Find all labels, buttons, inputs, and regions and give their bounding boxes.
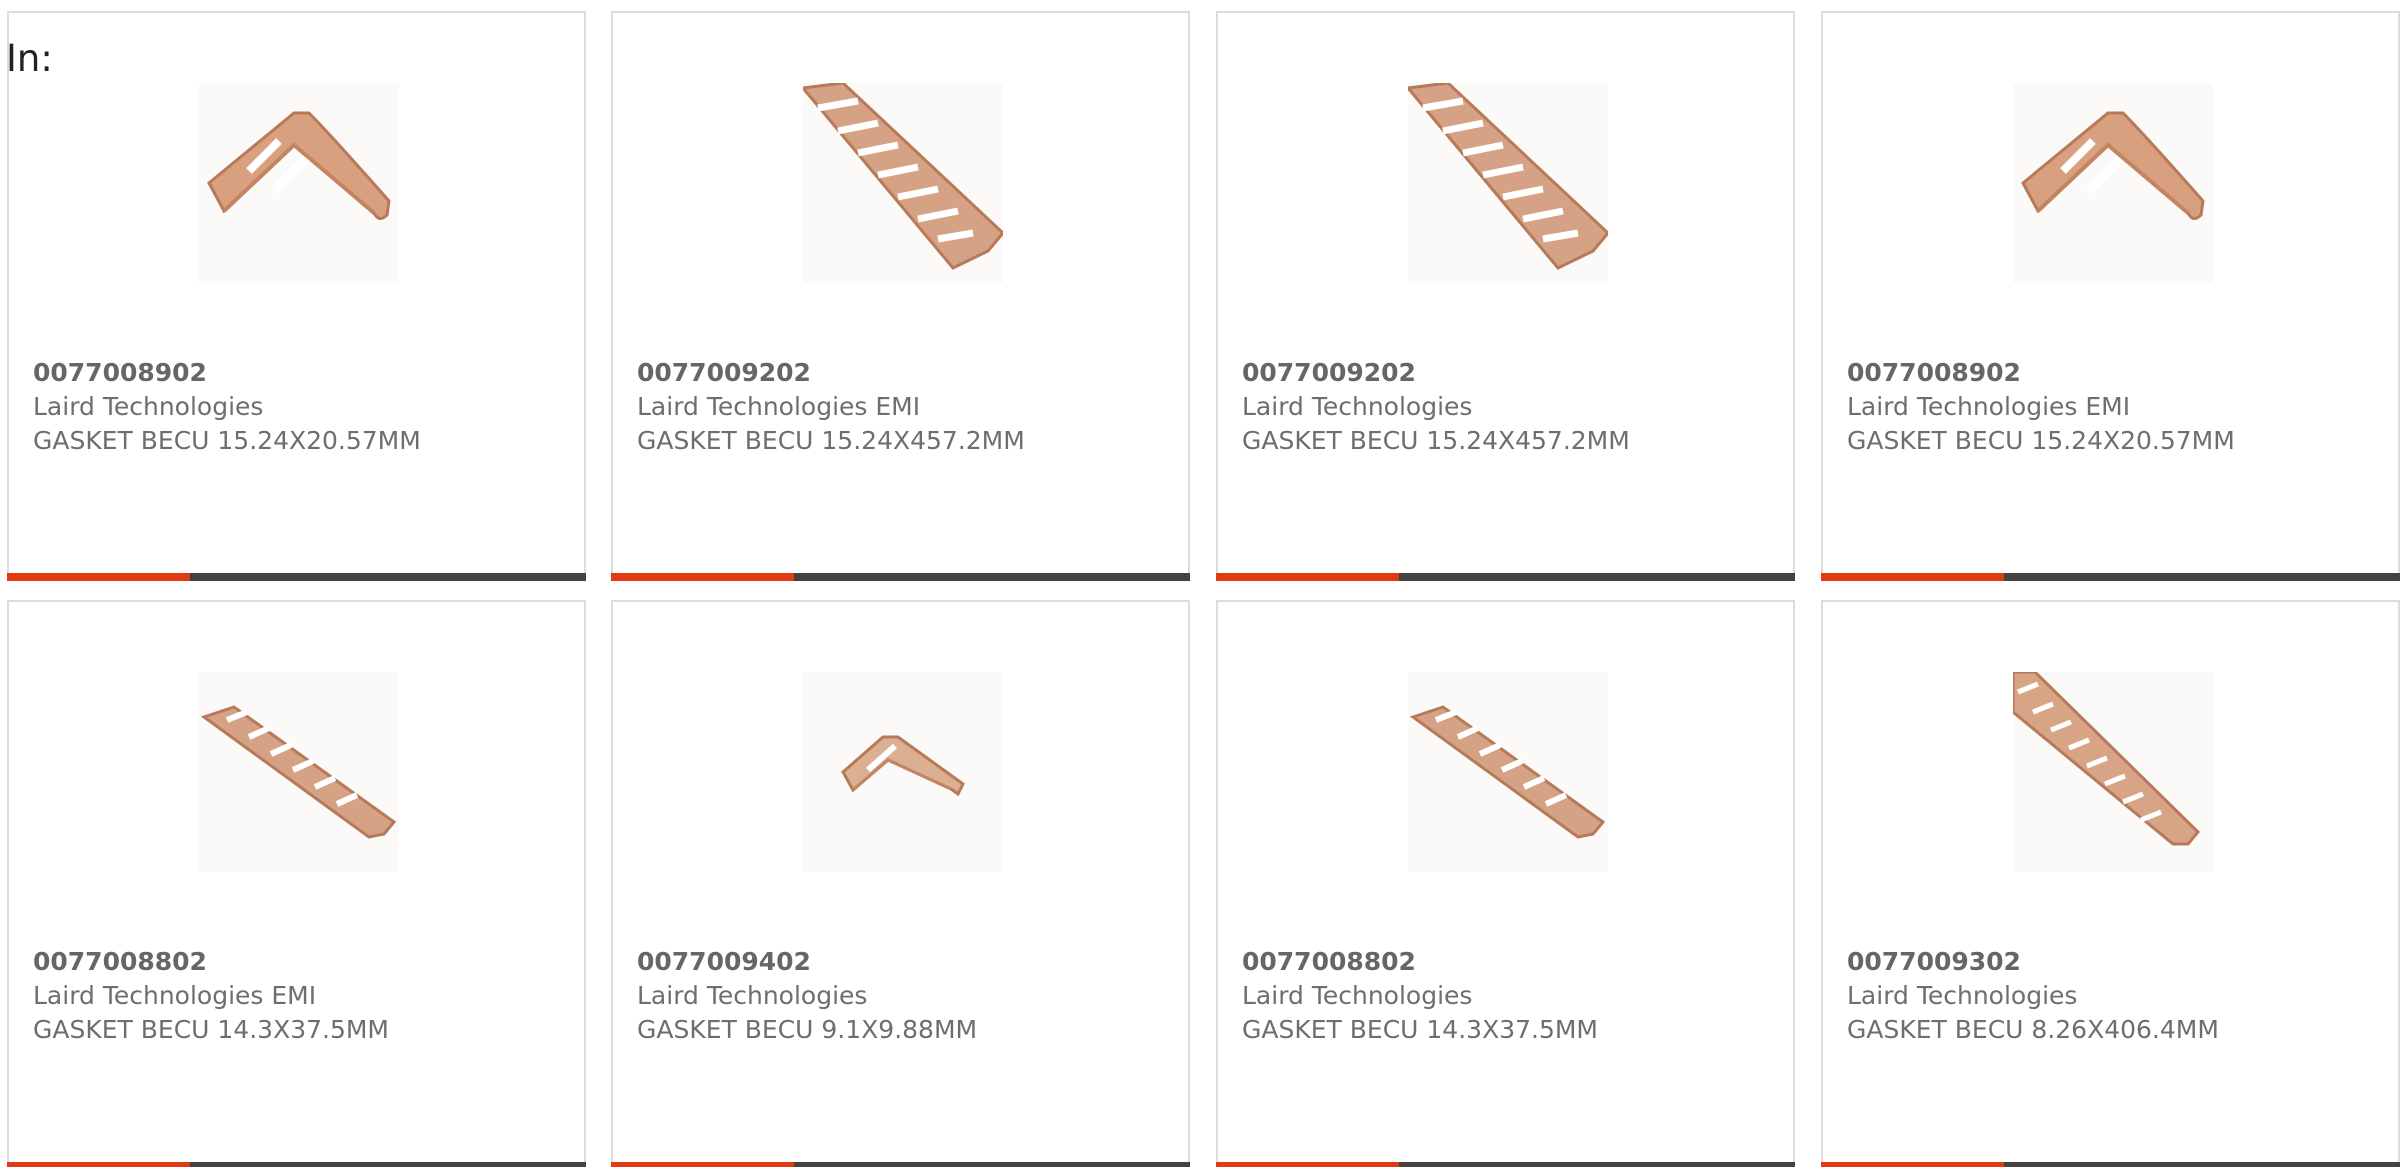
product-image[interactable] <box>1408 83 1608 283</box>
product-image[interactable] <box>199 83 399 283</box>
part-number[interactable]: 0077008802 <box>1242 945 1781 979</box>
product-info: 0077008902 Laird Technologies EMI GASKET… <box>1847 356 2386 458</box>
brand-name: Laird Technologies <box>33 392 264 421</box>
product-results-page: In: 0077008902 Laird Technologies GASKET… <box>0 0 2400 1167</box>
product-description: GASKET BECU 15.24X457.2MM <box>1242 426 1630 455</box>
product-info: 0077008802 Laird Technologies GASKET BEC… <box>1242 945 1781 1047</box>
gasket-long-strip-icon <box>803 83 1003 270</box>
brand-name: Laird Technologies EMI <box>637 392 921 421</box>
product-image[interactable] <box>2013 672 2213 872</box>
product-image[interactable] <box>803 83 1003 283</box>
product-card[interactable]: 0077008802 Laird Technologies GASKET BEC… <box>1216 600 1795 1167</box>
card-bar-accent <box>7 1162 190 1167</box>
card-bar-accent <box>1216 1162 1399 1167</box>
part-number[interactable]: 0077008802 <box>33 945 572 979</box>
brand-name: Laird Technologies <box>1242 981 1473 1010</box>
product-description: GASKET BECU 8.26X406.4MM <box>1847 1015 2219 1044</box>
product-image[interactable] <box>803 672 1003 872</box>
card-bottom-bar <box>1821 1162 2400 1167</box>
brand-name: Laird Technologies <box>1242 392 1473 421</box>
product-info: 0077009202 Laird Technologies EMI GASKET… <box>637 356 1176 458</box>
gasket-thin-strip-icon <box>1409 705 1606 839</box>
product-card[interactable]: 0077009302 Laird Technologies GASKET BEC… <box>1821 600 2400 1167</box>
part-number[interactable]: 0077008902 <box>1847 356 2386 390</box>
product-description: GASKET BECU 14.3X37.5MM <box>33 1015 389 1044</box>
brand-name: Laird Technologies EMI <box>33 981 317 1010</box>
product-card[interactable]: 0077009202 Laird Technologies GASKET BEC… <box>1216 11 1795 581</box>
product-info: 0077009402 Laird Technologies GASKET BEC… <box>637 945 1176 1047</box>
product-card[interactable]: 0077008802 Laird Technologies EMI GASKET… <box>7 600 586 1167</box>
card-bottom-bar <box>7 1162 586 1167</box>
card-bottom-bar <box>1821 573 2400 581</box>
gasket-short-wide-icon <box>2021 111 2205 220</box>
brand-name: Laird Technologies EMI <box>1847 392 2131 421</box>
card-bar-accent <box>611 1162 794 1167</box>
gasket-short-wide-icon <box>207 111 391 220</box>
gasket-long-strip-icon <box>1408 83 1608 270</box>
product-description: GASKET BECU 9.1X9.88MM <box>637 1015 978 1044</box>
card-bar-accent <box>611 573 794 581</box>
in-label: In: <box>6 37 53 80</box>
product-info: 0077009202 Laird Technologies GASKET BEC… <box>1242 356 1781 458</box>
brand-name: Laird Technologies <box>637 981 868 1010</box>
product-info: 0077008802 Laird Technologies EMI GASKET… <box>33 945 572 1047</box>
gasket-thin-strip-icon <box>200 705 397 839</box>
product-description: GASKET BECU 15.24X457.2MM <box>637 426 1025 455</box>
gasket-small-clip-icon <box>841 735 965 797</box>
product-grid: 0077008902 Laird Technologies GASKET BEC… <box>7 11 2400 1167</box>
card-bottom-bar <box>1216 573 1795 581</box>
card-bottom-bar <box>611 1162 1190 1167</box>
card-bottom-bar <box>1216 1162 1795 1167</box>
product-image[interactable] <box>2013 83 2213 283</box>
card-bottom-bar <box>611 573 1190 581</box>
part-number[interactable]: 0077009402 <box>637 945 1176 979</box>
card-bar-accent <box>1821 1162 2004 1167</box>
gasket-long-strip-icon <box>2013 672 2201 846</box>
product-card[interactable]: 0077009202 Laird Technologies EMI GASKET… <box>611 11 1190 581</box>
part-number[interactable]: 0077009202 <box>1242 356 1781 390</box>
product-info: 0077009302 Laird Technologies GASKET BEC… <box>1847 945 2386 1047</box>
part-number[interactable]: 0077009302 <box>1847 945 2386 979</box>
part-number[interactable]: 0077008902 <box>33 356 572 390</box>
card-bottom-bar <box>7 573 586 581</box>
product-card[interactable]: 0077008902 Laird Technologies EMI GASKET… <box>1821 11 2400 581</box>
product-info: 0077008902 Laird Technologies GASKET BEC… <box>33 356 572 458</box>
brand-name: Laird Technologies <box>1847 981 2078 1010</box>
card-bar-accent <box>1821 573 2004 581</box>
card-bar-accent <box>1216 573 1399 581</box>
product-card[interactable]: 0077009402 Laird Technologies GASKET BEC… <box>611 600 1190 1167</box>
product-image[interactable] <box>1408 672 1608 872</box>
product-description: GASKET BECU 14.3X37.5MM <box>1242 1015 1598 1044</box>
product-card[interactable]: 0077008902 Laird Technologies GASKET BEC… <box>7 11 586 581</box>
product-image[interactable] <box>199 672 399 872</box>
product-description: GASKET BECU 15.24X20.57MM <box>33 426 421 455</box>
product-description: GASKET BECU 15.24X20.57MM <box>1847 426 2235 455</box>
card-bar-accent <box>7 573 190 581</box>
part-number[interactable]: 0077009202 <box>637 356 1176 390</box>
